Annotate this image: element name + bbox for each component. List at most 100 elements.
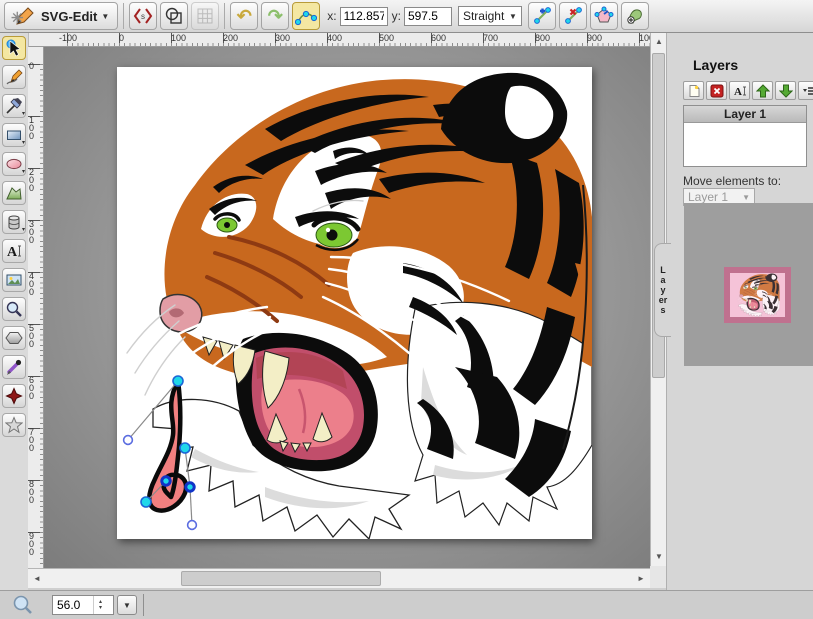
ruler-label: 200 xyxy=(29,168,37,192)
drawing-canvas[interactable] xyxy=(117,67,592,539)
path-node[interactable] xyxy=(180,443,190,453)
magnifier-icon xyxy=(5,300,23,318)
zoom-preset-dropdown[interactable]: ▼ xyxy=(117,595,137,615)
tool-pencil[interactable] xyxy=(2,65,26,89)
link-control-points-toggle[interactable] xyxy=(292,2,320,30)
workspace[interactable] xyxy=(44,47,650,568)
path-tool-icon xyxy=(5,184,23,202)
ruler-label: 700 xyxy=(483,33,498,43)
path-node[interactable] xyxy=(173,376,183,386)
redo-icon: ↷ xyxy=(268,6,283,27)
horizontal-scrollbar[interactable]: ◄ ► xyxy=(28,568,650,588)
tool-select[interactable] xyxy=(2,36,26,60)
layer-list[interactable]: Layer 1 xyxy=(683,105,807,167)
ruler-label: 0 xyxy=(29,62,37,70)
segment-type-value: Straight xyxy=(463,9,504,23)
ruler-label: 200 xyxy=(223,33,238,43)
ruler-label: 700 xyxy=(29,428,37,452)
move-layer-down-button[interactable] xyxy=(775,81,796,100)
scroll-left-arrow[interactable]: ◄ xyxy=(30,569,44,589)
tool-text[interactable]: A xyxy=(2,239,26,263)
control-points-icon xyxy=(295,6,317,26)
layers-tab-label: Layers xyxy=(659,265,668,315)
ruler-label: 400 xyxy=(327,33,342,43)
open-path-button[interactable] xyxy=(590,2,618,30)
tool-zoom[interactable] xyxy=(2,297,26,321)
tiger-artwork[interactable] xyxy=(127,73,592,539)
add-subpath-button[interactable] xyxy=(621,2,649,30)
layers-panel-title: Layers xyxy=(693,57,738,73)
scroll-right-arrow[interactable]: ► xyxy=(634,569,648,589)
layers-panel: Layers A Layer 1 Move elements to: Layer… xyxy=(666,33,813,590)
redo-button[interactable]: ↷ xyxy=(261,2,289,30)
arrow-down-icon xyxy=(779,84,793,98)
rename-layer-button[interactable]: A xyxy=(729,81,750,100)
scroll-down-arrow[interactable]: ▼ xyxy=(651,550,667,564)
ruler-label: 800 xyxy=(29,480,37,504)
hexagon-icon xyxy=(5,329,23,347)
ruler-label: 0 xyxy=(119,33,124,43)
grid-button[interactable] xyxy=(191,2,219,30)
ruler-label: 500 xyxy=(379,33,394,43)
arrow-up-icon xyxy=(756,84,770,98)
tool-shape-library[interactable]: ▾ xyxy=(2,210,26,234)
caret-down-icon: ▼ xyxy=(742,193,750,202)
tool-star[interactable] xyxy=(2,413,26,437)
svg-text:s: s xyxy=(141,12,145,21)
horizontal-scrollbar-thumb[interactable] xyxy=(181,571,381,586)
menu-icon xyxy=(802,84,813,98)
tool-image[interactable] xyxy=(2,268,26,292)
tool-path[interactable] xyxy=(2,181,26,205)
segment-type-select[interactable]: Straight ▼ xyxy=(458,6,522,26)
new-layer-button[interactable] xyxy=(683,81,704,100)
canvas-overview xyxy=(684,203,813,366)
wireframe-button[interactable] xyxy=(160,2,188,30)
delete-layer-button[interactable] xyxy=(706,81,727,100)
add-node-icon xyxy=(532,6,552,26)
layer-thumbnail-frame[interactable] xyxy=(724,267,791,323)
source-code-icon: s xyxy=(133,6,153,26)
tool-star-burst[interactable] xyxy=(2,384,26,408)
add-node-button[interactable] xyxy=(528,2,556,30)
ruler-label: 1000 xyxy=(639,33,650,43)
edit-source-button[interactable]: s xyxy=(129,2,157,30)
x-coordinate-label: x: xyxy=(327,9,336,23)
image-tool-icon xyxy=(5,271,23,289)
layer-buttons: A xyxy=(683,81,813,100)
y-coordinate-input[interactable] xyxy=(404,7,452,26)
control-point-handle[interactable] xyxy=(124,436,133,445)
ruler-label: 300 xyxy=(29,220,37,244)
grid-icon xyxy=(195,6,215,26)
cylinder-icon xyxy=(5,213,23,231)
pencil-tool-icon xyxy=(5,68,23,86)
tool-ellipse[interactable]: ▾ xyxy=(2,152,26,176)
zoom-level-input[interactable] xyxy=(53,598,93,612)
main-menu-button[interactable]: ✳ SVG-Edit ▼ xyxy=(4,2,118,30)
ruler-label: 500 xyxy=(29,324,37,348)
rectangle-tool-icon xyxy=(5,126,23,144)
undo-button[interactable]: ↶ xyxy=(230,2,258,30)
control-point-handle[interactable] xyxy=(188,521,197,530)
vertical-ruler: 0 100 200 300 400 500 600 700 800 900 xyxy=(28,47,44,568)
layer-row-selected[interactable]: Layer 1 xyxy=(684,106,806,123)
path-node-selected[interactable] xyxy=(162,477,170,485)
tool-polygon[interactable] xyxy=(2,326,26,350)
eyedropper-icon xyxy=(5,358,23,376)
spinner-down-icon[interactable]: ▾ xyxy=(99,605,102,611)
layers-panel-toggle[interactable]: Layers xyxy=(654,243,671,337)
layer-options-button[interactable] xyxy=(798,81,813,100)
ruler-label: 600 xyxy=(29,376,37,400)
tool-eyedropper[interactable] xyxy=(2,355,26,379)
delete-node-button[interactable] xyxy=(559,2,587,30)
ruler-label: 600 xyxy=(431,33,446,43)
shapes-icon xyxy=(164,6,184,26)
path-node-selected[interactable] xyxy=(186,483,194,491)
x-coordinate-input[interactable] xyxy=(340,7,388,26)
tool-line[interactable]: ▾ xyxy=(2,94,26,118)
path-node[interactable] xyxy=(141,497,151,507)
caret-down-icon: ▼ xyxy=(101,12,109,21)
zoom-spinner[interactable]: ▴ ▾ xyxy=(93,596,107,614)
tool-rectangle[interactable]: ▾ xyxy=(2,123,26,147)
move-layer-up-button[interactable] xyxy=(752,81,773,100)
scroll-up-arrow[interactable]: ▲ xyxy=(651,35,667,49)
